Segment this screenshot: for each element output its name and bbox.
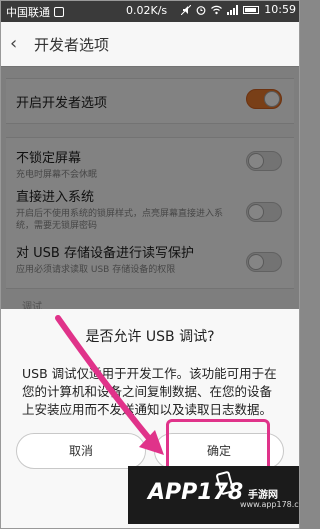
watermark-domain: www.app178.com — [240, 500, 300, 509]
watermark-logo: APP178 手游网 www.app178.com — [128, 466, 300, 524]
phone-screen: 中国联通 0.02K/s 10:59 ‹ 开发者选项 开启开发者选项 不锁定屏幕… — [0, 0, 300, 529]
watermark-sub-text: 手游网 — [248, 490, 278, 501]
